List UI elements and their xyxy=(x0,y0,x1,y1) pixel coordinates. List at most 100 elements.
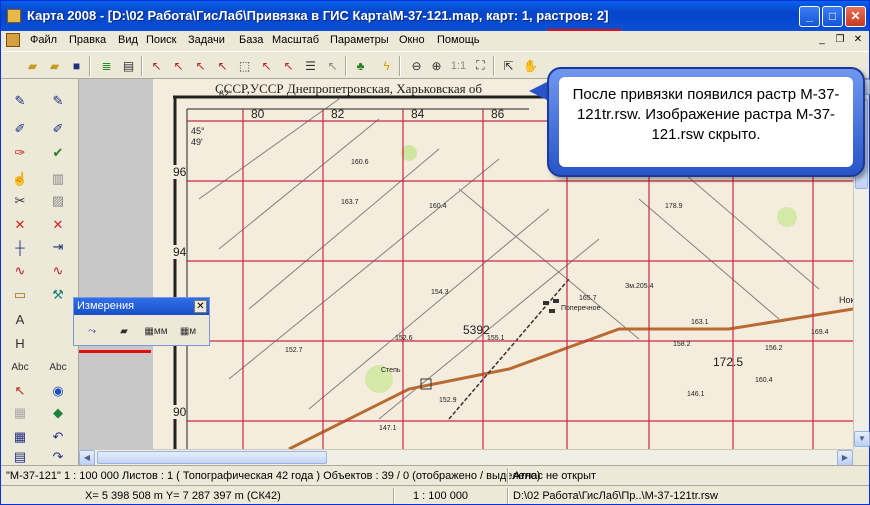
measurements-title[interactable]: Измерения xyxy=(74,298,209,315)
extend-line-icon[interactable]: ⇥ xyxy=(45,235,71,259)
height-icon[interactable]: H xyxy=(7,331,33,355)
globe-icon[interactable]: ◉ xyxy=(45,379,71,403)
tree-icon[interactable]: ♣ xyxy=(351,56,370,75)
select-area-icon[interactable]: ↖ xyxy=(191,56,210,75)
village-label: Поперечное xyxy=(561,305,601,312)
scroll-down-button[interactable]: ▼ xyxy=(854,431,870,447)
minimize-button[interactable]: _ xyxy=(799,6,820,27)
hand-edit-icon[interactable]: ☝ xyxy=(7,167,33,191)
zoom-extent-icon[interactable]: ⛶ xyxy=(471,56,490,75)
zoom-1-1-button[interactable]: 1:1 xyxy=(449,56,468,75)
left-toolbar: ✎ ✎ ✐ ✐ ✑ ✔ ☝ ▥ ✂ ▨ ✕ ✕ ┼ ⇥ ∿ ∿ ▭ ⚒ A H … xyxy=(1,79,79,465)
zoom-in-icon[interactable]: ⊕ xyxy=(427,56,446,75)
app-window: Карта 2008 - [D:\02 Работа\ГисЛаб\Привяз… xyxy=(0,0,870,505)
zoom-out-icon[interactable]: ⊖ xyxy=(407,56,426,75)
maximize-button[interactable]: □ xyxy=(822,6,843,27)
label-abc-icon[interactable]: Abc xyxy=(7,355,33,379)
text-edit-icon[interactable]: A xyxy=(7,307,33,331)
save-icon[interactable]: ■ xyxy=(67,56,86,75)
callout-pointer xyxy=(529,81,549,101)
mdi-close-button[interactable]: ✕ xyxy=(851,34,865,47)
edit-contour-icon[interactable]: ✐ xyxy=(45,117,71,141)
grid-icon[interactable]: ▦ xyxy=(7,401,33,425)
mdi-minimize-button[interactable]: _ xyxy=(815,34,829,47)
label-abc2-icon[interactable]: Abc xyxy=(45,355,71,379)
callout-text: После привязки появился растр M-37-121tr… xyxy=(559,77,853,167)
scroll-left-button[interactable]: ◀ xyxy=(79,450,95,466)
grid-x-label: 82 xyxy=(331,107,345,121)
measure-grid-mm-button[interactable]: ▦ мм xyxy=(142,320,170,342)
delete-point-icon[interactable]: ✑ xyxy=(7,141,33,165)
hatch-icon[interactable]: ▨ xyxy=(45,189,71,213)
menu-scale[interactable]: Масштаб xyxy=(272,34,319,46)
lightning-icon[interactable]: ϟ xyxy=(377,56,396,75)
edit-vertex-icon[interactable]: ✐ xyxy=(7,117,33,141)
draw-polyline-icon[interactable]: ✎ xyxy=(45,89,71,113)
select-object-icon[interactable]: ↖ xyxy=(147,56,166,75)
corner-label: 45° xyxy=(191,126,205,136)
grid-x-label: 86 xyxy=(491,107,505,121)
select-text-icon[interactable]: ↖ xyxy=(169,56,188,75)
measure-area-icon[interactable]: ▰ xyxy=(110,320,138,342)
elevation-label: 165.7 xyxy=(579,295,597,302)
eraser-icon[interactable]: ◆ xyxy=(45,401,71,425)
menu-edit[interactable]: Правка xyxy=(69,34,106,46)
menu-database[interactable]: База xyxy=(239,34,263,46)
elevation-label: 178.9 xyxy=(665,203,683,210)
status-coordinates: X= 5 398 508 m Y= 7 287 397 m (СК42) xyxy=(85,490,281,502)
menu-search[interactable]: Поиск xyxy=(146,34,176,46)
check-icon[interactable]: ✔ xyxy=(45,141,71,165)
select-frame-icon[interactable]: ⬚ xyxy=(235,56,254,75)
area-fill-icon[interactable]: ▥ xyxy=(45,167,71,191)
open-map-icon[interactable]: ▰ xyxy=(45,56,64,75)
smooth-icon[interactable]: ∿ xyxy=(45,259,71,283)
deselect-icon[interactable]: ↖ xyxy=(323,56,342,75)
select-cursor-icon[interactable]: ↖ xyxy=(7,379,33,403)
close-button[interactable]: ✕ xyxy=(845,6,866,27)
split-line-icon[interactable]: ┼ xyxy=(7,235,33,259)
title-bar[interactable]: Карта 2008 - [D:\02 Работа\ГисЛаб\Привяз… xyxy=(1,1,869,31)
zoom-window-icon[interactable]: ⇱ xyxy=(499,56,518,75)
horizontal-scrollbar[interactable]: ◀ ▶ xyxy=(79,449,853,466)
menu-help[interactable]: Помощь xyxy=(437,34,480,46)
select-filter-icon[interactable]: ↖ xyxy=(257,56,276,75)
app-icon[interactable] xyxy=(7,9,21,23)
measurements-panel[interactable]: Измерения ✕ ⤳ ▰ ▦ мм ▦ м xyxy=(73,297,210,346)
window-title: Карта 2008 - [D:\02 Работа\ГисЛаб\Привяз… xyxy=(27,8,609,23)
status-raster-path: D:\02 Работа\ГисЛаб\Пр..\M-37-121tr.rsw xyxy=(513,490,718,502)
pan-hand-icon[interactable]: ✋ xyxy=(521,56,540,75)
elevation-label: 160.4 xyxy=(755,377,773,384)
mdi-restore-button[interactable]: ❐ xyxy=(833,34,847,47)
select-group-icon[interactable]: ↖ xyxy=(213,56,232,75)
grid-y-label: 96 xyxy=(173,165,187,179)
ruler-icon[interactable]: ▭ xyxy=(7,283,33,307)
curve-icon[interactable]: ∿ xyxy=(7,259,33,283)
document-icon[interactable] xyxy=(6,33,20,47)
scroll-right-button[interactable]: ▶ xyxy=(837,450,853,466)
menu-tasks[interactable]: Задачи xyxy=(188,34,225,46)
scissors-icon[interactable]: ✂ xyxy=(7,189,33,213)
measure-distance-icon[interactable]: ⤳ xyxy=(78,320,106,342)
layers-icon[interactable]: ≣ xyxy=(97,56,116,75)
grid-m-icon: ▦ xyxy=(179,325,190,337)
measure-icon[interactable]: ⚒ xyxy=(45,283,71,307)
delete-part-icon[interactable]: ✕ xyxy=(45,213,71,237)
menu-parameters[interactable]: Параметры xyxy=(330,34,389,46)
menu-file[interactable]: Файл xyxy=(30,34,57,46)
status-atlas: Атлас не открыт xyxy=(513,470,597,482)
menu-window[interactable]: Окно xyxy=(399,34,425,46)
object-list-icon[interactable]: ☰ xyxy=(301,56,320,75)
status-bar-coords: X= 5 398 508 m Y= 7 287 397 m (СК42) 1 :… xyxy=(1,485,869,505)
status-scale: 1 : 100 000 xyxy=(413,490,469,502)
open-folder-icon[interactable]: ▰ xyxy=(23,56,42,75)
measure-grid-m-button[interactable]: ▦ м xyxy=(174,320,202,342)
elevation-label: 154.3 xyxy=(431,289,449,296)
draw-line-icon[interactable]: ✎ xyxy=(7,89,33,113)
delete-object-icon[interactable]: ✕ xyxy=(7,213,33,237)
horizontal-scroll-thumb[interactable] xyxy=(97,451,327,464)
select-all-icon[interactable]: ↖ xyxy=(279,56,298,75)
grid-y-label: 94 xyxy=(173,245,187,259)
list-icon[interactable]: ▤ xyxy=(119,56,138,75)
measurements-close-button[interactable]: ✕ xyxy=(194,300,207,313)
menu-view[interactable]: Вид xyxy=(118,34,138,46)
